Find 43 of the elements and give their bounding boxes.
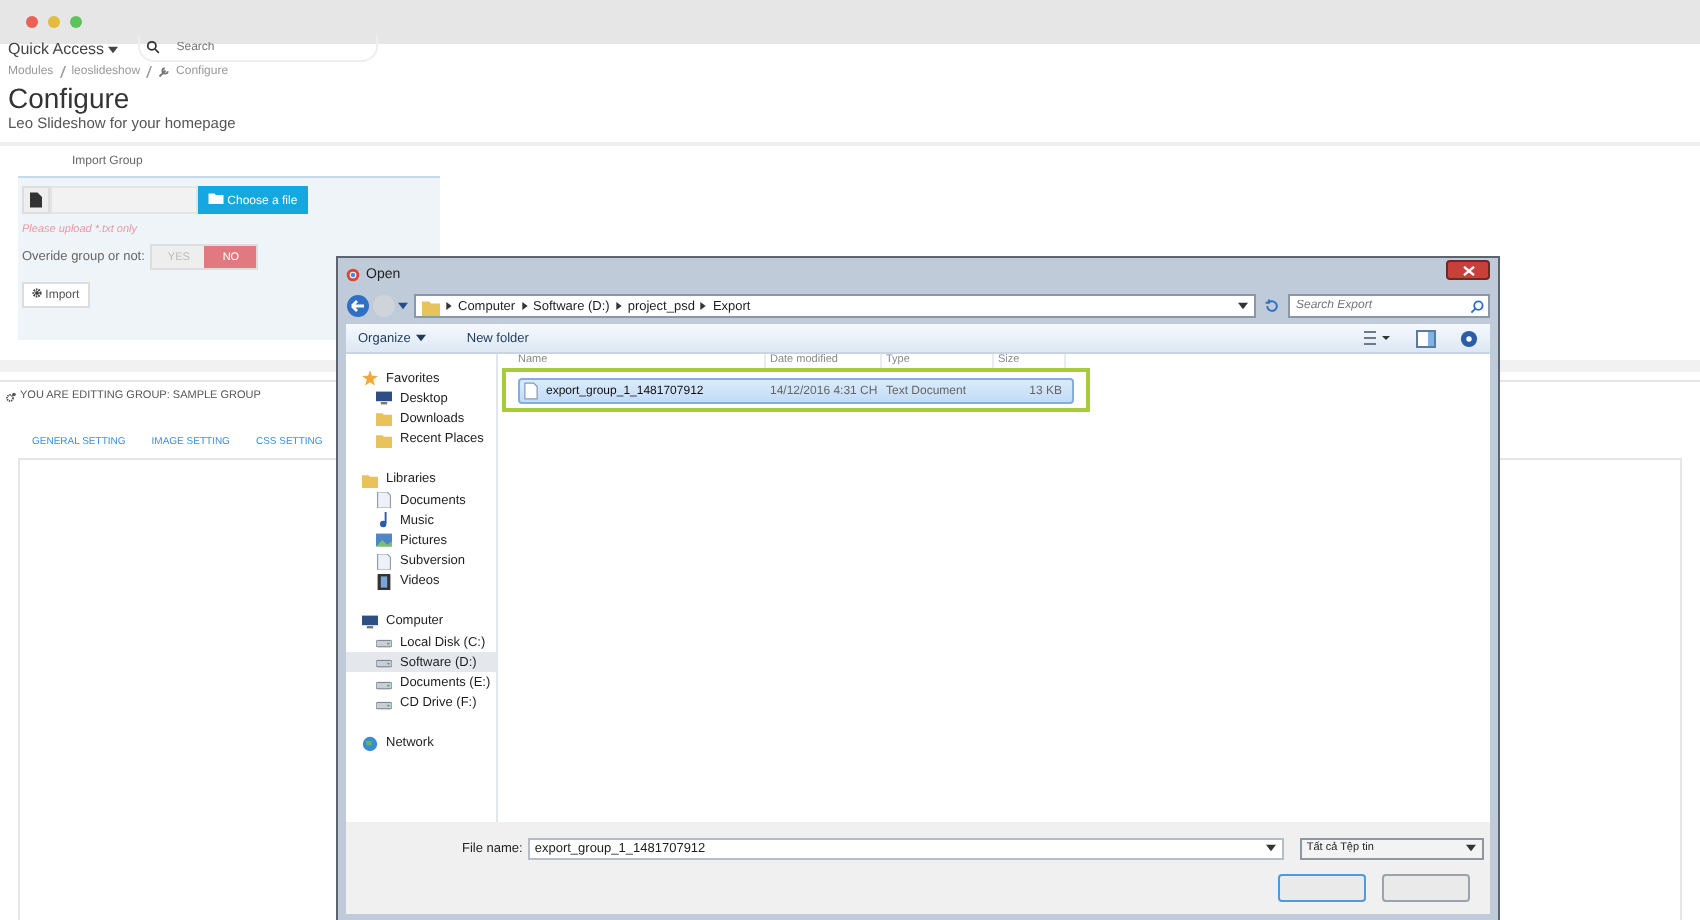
star-icon <box>362 370 378 387</box>
caret-icon <box>1466 844 1477 852</box>
file-input-field[interactable] <box>50 186 198 214</box>
preview-pane-icon[interactable] <box>1416 329 1436 347</box>
folder-icon <box>422 297 440 315</box>
search-icon <box>146 40 161 54</box>
document-icon <box>376 553 392 570</box>
globe-icon <box>362 735 378 752</box>
app-icon <box>346 267 360 281</box>
drive-icon <box>376 654 392 671</box>
chevron-icon <box>700 302 707 310</box>
folder-icon <box>362 471 378 488</box>
chevron-icon <box>446 302 452 310</box>
gears-icon <box>6 391 16 401</box>
caret-icon[interactable] <box>1266 844 1277 852</box>
document-icon <box>376 492 392 509</box>
search-icon <box>1470 299 1484 313</box>
monitor-icon <box>362 613 378 630</box>
close-button[interactable] <box>1446 260 1490 280</box>
chevron-icon <box>521 302 528 310</box>
zoom-dot-icon[interactable] <box>70 16 82 28</box>
view-options-icon[interactable] <box>1364 330 1392 346</box>
drive-icon <box>376 634 392 651</box>
film-icon <box>376 573 392 590</box>
page-title: Configure <box>6 84 132 114</box>
wrench-icon <box>158 66 171 78</box>
dialog-button[interactable] <box>1278 874 1366 902</box>
separator-icon <box>59 66 66 78</box>
back-button[interactable] <box>346 294 370 318</box>
monitor-icon <box>376 390 392 407</box>
minimize-dot-icon[interactable] <box>48 16 60 28</box>
quick-access-menu[interactable]: Quick Access <box>8 39 119 57</box>
document-icon <box>524 382 538 400</box>
caret-icon <box>416 333 427 341</box>
close-icon <box>1461 265 1475 275</box>
music-note-icon <box>376 512 392 529</box>
folder-icon <box>208 192 224 204</box>
gear-icon <box>32 288 42 298</box>
image-icon <box>376 532 392 549</box>
separator-icon <box>146 66 153 78</box>
close-dot-icon[interactable] <box>26 16 38 28</box>
caret-icon[interactable] <box>1238 302 1248 310</box>
chevron-icon <box>615 302 622 310</box>
